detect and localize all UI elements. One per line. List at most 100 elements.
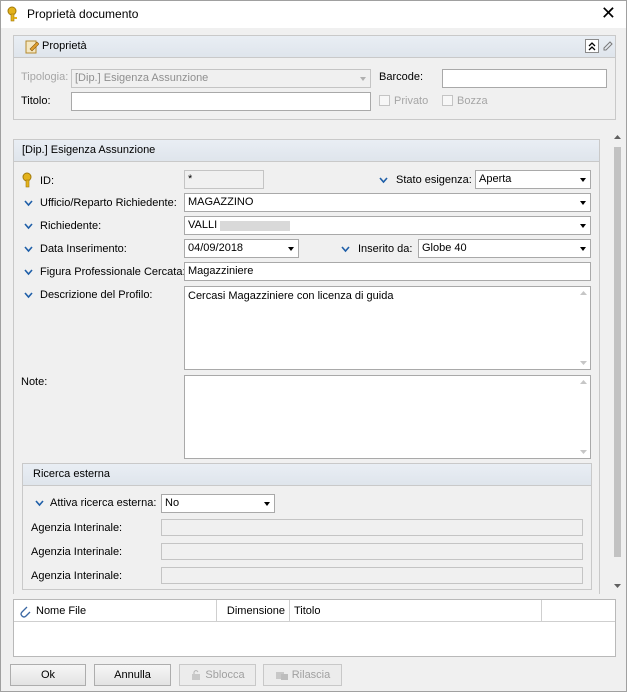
chevron-down-icon: [580, 247, 586, 251]
properties-header: Proprietà: [14, 36, 615, 58]
chevron-down-icon: [264, 502, 270, 506]
esigenza-form: [Dip.] Esigenza Assunzione ID: * Stato e…: [13, 139, 600, 594]
chevron-down-icon: [24, 269, 33, 276]
chevron-down-icon: [580, 224, 586, 228]
agenzia-label-1: Agenzia Interinale:: [31, 522, 123, 534]
properties-title: Proprietà: [42, 40, 87, 52]
annulla-button[interactable]: Annulla: [94, 664, 171, 686]
figura-label: Figura Professionale Cercata:: [40, 266, 186, 278]
rilascia-button[interactable]: Rilascia: [263, 664, 342, 686]
richiedente-label: Richiedente:: [40, 220, 102, 232]
chevron-down-icon: [24, 200, 33, 207]
key-icon: [22, 172, 32, 188]
chevron-down-icon: [24, 246, 33, 253]
ok-button[interactable]: Ok: [10, 664, 86, 686]
titolo-label: Titolo:: [21, 95, 51, 107]
chevron-down-icon: [580, 201, 586, 205]
note-label: Note:: [21, 376, 48, 388]
ricerca-title: Ricerca esterna: [33, 468, 111, 480]
descrizione-value: Cercasi Magazziniere con licenza di guid…: [188, 290, 394, 302]
collapse-button[interactable]: [585, 39, 599, 53]
double-chevron-up-icon: [588, 42, 596, 51]
attiva-ricerca-value: No: [165, 497, 180, 509]
ricerca-header: Ricerca esterna: [23, 464, 591, 486]
ufficio-value: MAGAZZINO: [188, 196, 254, 208]
files-table-header: Nome File Dimensione Titolo: [14, 600, 615, 622]
agenzia-field-3: [161, 567, 583, 584]
agenzia-field-1: [161, 519, 583, 536]
tipologia-combo: [Dip.] Esigenza Assunzione: [71, 69, 371, 88]
tipologia-value: [Dip.] Esigenza Assunzione: [75, 72, 209, 84]
ufficio-label: Ufficio/Reparto Richiedente:: [40, 197, 177, 209]
figura-input[interactable]: Magazziniere: [184, 262, 591, 281]
chevron-down-icon: [379, 177, 388, 184]
note-textarea[interactable]: [184, 375, 591, 459]
scroll-down-icon[interactable]: [579, 360, 588, 366]
data-combo[interactable]: 04/09/2018: [184, 239, 299, 258]
richiedente-combo[interactable]: VALLI: [184, 216, 591, 235]
agenzia-field-2: [161, 543, 583, 560]
title-bar: Proprietà documento ✕: [1, 1, 626, 28]
agenzia-label-2: Agenzia Interinale:: [31, 546, 123, 558]
id-field: *: [184, 170, 264, 189]
sblocca-button[interactable]: Sblocca: [179, 664, 256, 686]
column-nome-file[interactable]: Nome File: [14, 600, 217, 622]
stato-combo[interactable]: Aperta: [475, 170, 591, 189]
window-title: Proprietà documento: [27, 7, 139, 21]
inserito-value: Globe 40: [422, 242, 467, 254]
scroll-down-icon[interactable]: [579, 449, 588, 455]
chevron-down-icon: [341, 246, 350, 253]
rilascia-label: Rilascia: [291, 669, 331, 681]
chevron-down-icon: [288, 247, 294, 251]
files-table: Nome File Dimensione Titolo: [13, 599, 616, 657]
privato-checkbox[interactable]: [379, 95, 390, 106]
bozza-checkbox[interactable]: [442, 95, 453, 106]
scroll-up-icon[interactable]: [579, 379, 588, 385]
bozza-label: Bozza: [457, 95, 488, 107]
redacted-block: [220, 221, 290, 231]
id-label: ID:: [40, 175, 55, 187]
data-label: Data Inserimento:: [40, 243, 127, 255]
chevron-down-icon: [35, 500, 44, 507]
barcode-label: Barcode:: [379, 71, 424, 83]
stato-value: Aperta: [479, 173, 512, 185]
scrollbar-thumb[interactable]: [614, 147, 621, 557]
data-value: 04/09/2018: [188, 242, 244, 254]
unlock-icon: [192, 670, 201, 681]
paperclip-icon: [20, 606, 31, 618]
scroll-down-icon[interactable]: [613, 583, 622, 589]
chevron-down-icon: [24, 292, 33, 299]
stato-label: Stato esigenza:: [396, 174, 472, 186]
descrizione-label: Descrizione del Profilo:: [40, 289, 153, 301]
column-titolo-label: Titolo: [294, 605, 321, 617]
properties-icon: [25, 40, 39, 54]
scroll-up-icon[interactable]: [613, 134, 622, 140]
edit-pencil-icon[interactable]: [602, 40, 614, 52]
key-icon: [7, 6, 17, 22]
properties-group: Proprietà Tipologia: [Dip.] Esigenza Ass…: [13, 35, 616, 120]
titolo-input[interactable]: [71, 92, 371, 111]
release-icon: [275, 672, 288, 681]
ufficio-combo[interactable]: MAGAZZINO: [184, 193, 591, 212]
chevron-down-icon: [360, 77, 366, 81]
close-button[interactable]: ✕: [601, 4, 616, 22]
attiva-ricerca-label: Attiva ricerca esterna:: [50, 497, 157, 509]
sblocca-label: Sblocca: [205, 669, 245, 681]
privato-label: Privato: [394, 95, 429, 107]
form-scrollbar[interactable]: [610, 131, 625, 594]
chevron-down-icon: [24, 223, 33, 230]
richiedente-value: VALLI: [188, 219, 218, 231]
scroll-up-icon[interactable]: [579, 290, 588, 296]
attiva-ricerca-combo[interactable]: No: [161, 494, 275, 513]
column-dimensione[interactable]: Dimensione: [217, 600, 290, 622]
inserito-label: Inserito da:: [358, 243, 413, 255]
barcode-input[interactable]: [442, 69, 607, 88]
chevron-down-icon: [580, 178, 586, 182]
document-properties-window: Proprietà documento ✕ Proprietà Tipologi…: [0, 0, 627, 692]
column-titolo[interactable]: Titolo: [290, 600, 542, 622]
form-header: [Dip.] Esigenza Assunzione: [14, 140, 599, 162]
tipologia-label: Tipologia:: [21, 71, 69, 83]
inserito-combo[interactable]: Globe 40: [418, 239, 591, 258]
descrizione-textarea[interactable]: Cercasi Magazziniere con licenza di guid…: [184, 286, 591, 370]
form-title: [Dip.] Esigenza Assunzione: [22, 144, 156, 156]
